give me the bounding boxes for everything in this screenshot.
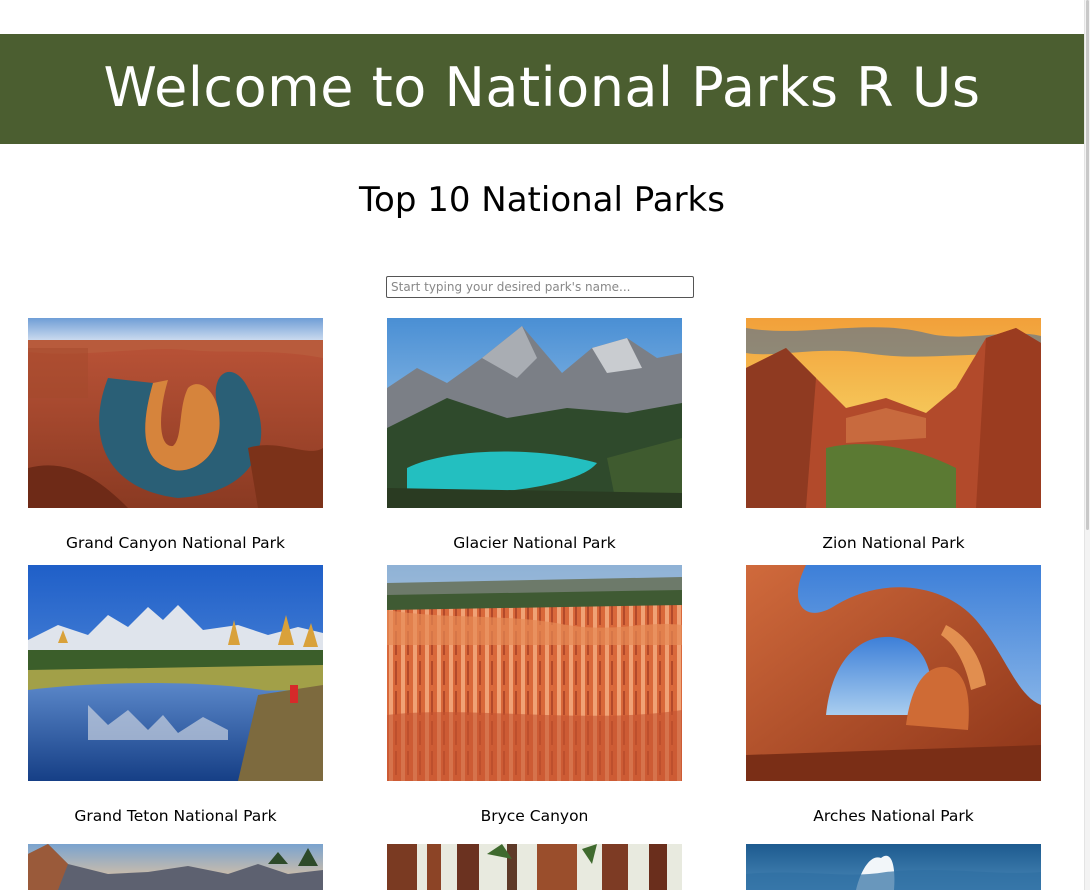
park-image-grand-teton[interactable] xyxy=(28,565,323,781)
site-title: Welcome to National Parks R Us xyxy=(103,55,981,119)
park-image-7[interactable] xyxy=(28,844,323,890)
park-image-8[interactable] xyxy=(387,844,682,890)
park-name: Bryce Canyon xyxy=(480,807,589,825)
scrollbar-thumb[interactable] xyxy=(1086,0,1089,530)
page-scrollbar[interactable] xyxy=(1084,0,1090,890)
park-name: Glacier National Park xyxy=(453,534,616,552)
page-heading: Top 10 National Parks xyxy=(359,180,725,220)
page: Welcome to National Parks R Us Top 10 Na… xyxy=(0,0,1084,890)
park-name: Grand Teton National Park xyxy=(74,807,277,825)
park-image-9[interactable] xyxy=(746,844,1041,890)
park-search-input[interactable] xyxy=(386,276,694,298)
park-image-grand-canyon[interactable] xyxy=(28,318,323,508)
park-image-arches[interactable] xyxy=(746,565,1041,781)
park-name: Grand Canyon National Park xyxy=(65,534,286,552)
park-name: Zion National Park xyxy=(822,534,965,552)
park-name: Arches National Park xyxy=(813,807,974,825)
park-image-bryce-canyon[interactable] xyxy=(387,565,682,781)
park-image-glacier[interactable] xyxy=(387,318,682,508)
site-header: Welcome to National Parks R Us xyxy=(0,34,1084,144)
park-image-zion[interactable] xyxy=(746,318,1041,508)
